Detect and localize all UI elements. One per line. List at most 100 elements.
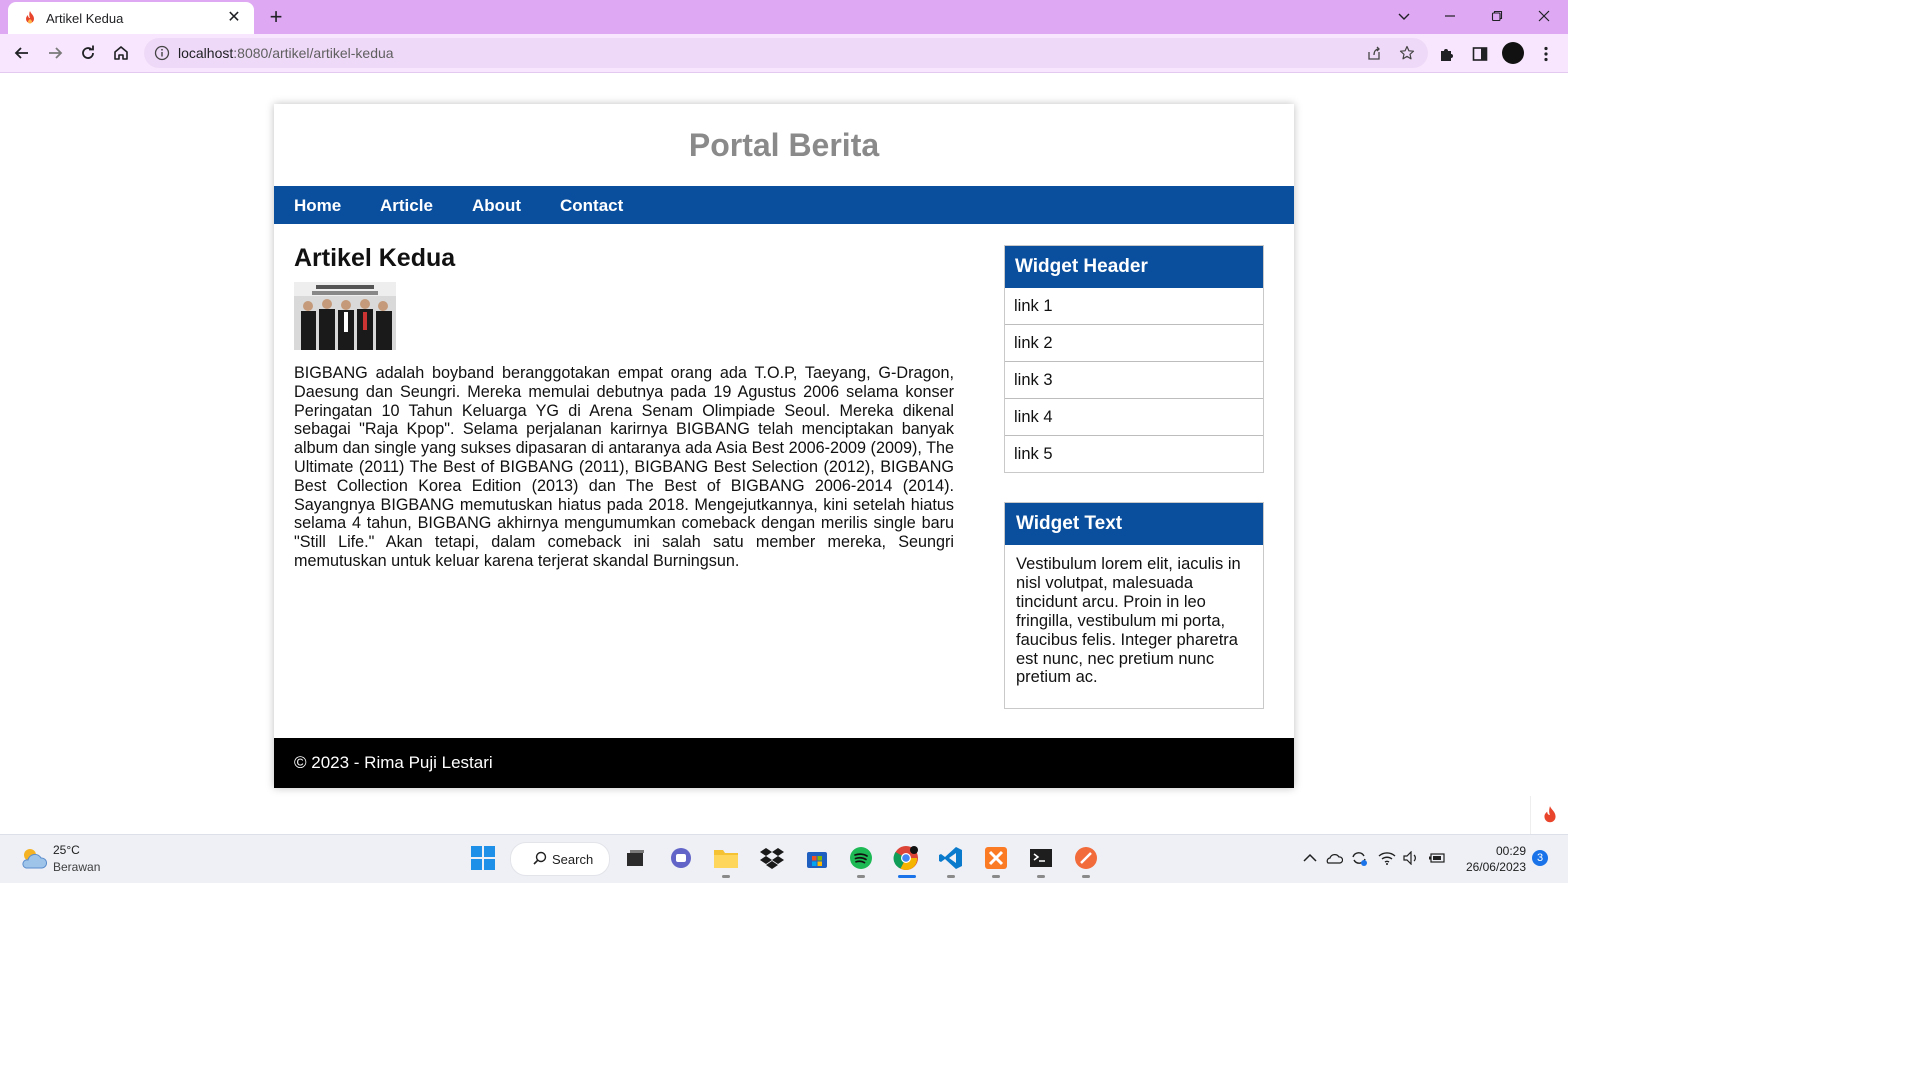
file-explorer-button[interactable] <box>713 845 739 871</box>
weather-description[interactable]: Berawan <box>53 860 100 874</box>
minimize-button[interactable] <box>1427 0 1473 32</box>
tab-title: Artikel Kedua <box>46 11 124 26</box>
notification-badge[interactable]: 3 <box>1532 850 1548 866</box>
dropbox-button[interactable] <box>759 845 785 871</box>
back-icon <box>14 47 28 59</box>
clock[interactable]: 00:29 26/06/2023 <box>1456 843 1526 875</box>
close-icon <box>1538 10 1550 22</box>
onedrive-tray[interactable] <box>1325 849 1343 867</box>
article-image <box>294 282 396 350</box>
browser-tab[interactable]: Artikel Kedua ✕ <box>8 2 254 34</box>
chevron-up-icon <box>1303 853 1317 862</box>
tab-search-button[interactable] <box>1381 0 1427 32</box>
start-button[interactable] <box>470 845 496 871</box>
spotify-button[interactable] <box>848 845 874 871</box>
terminal-button[interactable] <box>1028 845 1054 871</box>
nav-article[interactable]: Article <box>380 196 433 216</box>
restore-button[interactable] <box>1474 0 1520 32</box>
onedrive-icon <box>1326 854 1343 864</box>
weather-icon[interactable] <box>18 844 48 872</box>
site-header: Portal Berita <box>274 104 1294 186</box>
url-text: localhost:8080/artikel/artikel-kedua <box>178 45 394 61</box>
close-window-button[interactable] <box>1521 0 1567 32</box>
forward-button[interactable] <box>41 39 69 67</box>
search-icon <box>533 851 547 865</box>
page-container: Portal Berita Home Article About Contact… <box>274 104 1294 788</box>
nav-about[interactable]: About <box>472 196 521 216</box>
weather-temperature[interactable]: 25°C <box>53 843 80 857</box>
volume-tray[interactable] <box>1402 849 1420 867</box>
floating-extension-button[interactable] <box>1530 796 1569 834</box>
show-hidden-icons-button[interactable] <box>1301 849 1319 867</box>
microsoft-store-button[interactable] <box>804 845 830 871</box>
restore-icon <box>1491 10 1503 22</box>
fire-icon <box>1544 806 1556 823</box>
article-title: Artikel Kedua <box>294 244 456 272</box>
xampp-running-indicator <box>992 875 1000 878</box>
search-label: Search <box>552 852 594 867</box>
file-explorer-running-indicator <box>722 875 730 878</box>
terminal-icon <box>1030 849 1052 867</box>
links-widget: Widget Header link 1 link 2 link 3 link … <box>1004 245 1264 473</box>
chrome-active-indicator <box>898 875 916 878</box>
address-bar[interactable]: localhost:8080/artikel/artikel-kedua <box>144 38 1428 68</box>
widget-link-3[interactable]: link 3 <box>1005 361 1263 398</box>
home-button[interactable] <box>107 39 135 67</box>
minimize-icon <box>1445 15 1455 17</box>
sidepanel-icon <box>1472 47 1488 61</box>
widget-link-5[interactable]: link 5 <box>1005 435 1263 472</box>
teams-button[interactable] <box>668 845 694 871</box>
dropbox-icon <box>760 848 784 869</box>
wifi-tray[interactable] <box>1378 849 1396 867</box>
back-button[interactable] <box>8 39 36 67</box>
site-footer: © 2023 - Rima Puji Lestari <box>274 738 1294 788</box>
forward-icon <box>49 47 63 59</box>
star-icon[interactable] <box>1399 45 1415 61</box>
widget-link-2[interactable]: link 2 <box>1005 324 1263 361</box>
footer-copyright: © 2023 - Rima Puji Lestari <box>294 753 493 772</box>
reload-button[interactable] <box>74 39 102 67</box>
task-view-button[interactable] <box>622 845 648 871</box>
browser-menu-button[interactable] <box>1535 43 1557 65</box>
text-widget-header: Widget Text <box>1005 503 1263 545</box>
article: Artikel Kedua BIGBANG adalah boyband ber… <box>294 244 954 570</box>
app-running-indicator <box>1082 875 1090 878</box>
info-icon[interactable] <box>154 45 170 61</box>
home-icon <box>114 46 128 60</box>
app-button[interactable] <box>1073 845 1099 871</box>
taskbar-search[interactable]: Search <box>510 842 610 876</box>
share-icon[interactable] <box>1366 45 1382 61</box>
chrome-button[interactable] <box>893 845 919 871</box>
article-body: BIGBANG adalah boyband beranggotakan emp… <box>294 364 954 570</box>
spotify-running-indicator <box>857 875 865 878</box>
volume-icon <box>1403 851 1416 865</box>
battery-tray[interactable] <box>1428 849 1446 867</box>
kebab-menu-icon <box>1544 46 1548 62</box>
fire-favicon-icon <box>26 11 34 24</box>
teams-icon <box>671 848 691 868</box>
terminal-running-indicator <box>1037 875 1045 878</box>
widget-link-4[interactable]: link 4 <box>1005 398 1263 435</box>
new-tab-button[interactable]: + <box>264 5 288 29</box>
text-widget-body: Vestibulum lorem elit, iaculis in nisl v… <box>1016 555 1241 687</box>
vscode-button[interactable] <box>938 845 964 871</box>
vscode-icon <box>939 847 962 869</box>
url-path: :8080/artikel/artikel-kedua <box>233 45 394 61</box>
store-icon <box>807 852 827 868</box>
close-tab-icon[interactable]: ✕ <box>224 8 244 28</box>
side-panel-button[interactable] <box>1469 43 1491 65</box>
task-view-icon <box>627 850 644 866</box>
wifi-icon <box>1378 852 1396 865</box>
chevron-down-icon <box>1398 13 1410 20</box>
nav-home[interactable]: Home <box>294 196 341 216</box>
site-title: Portal Berita <box>688 126 880 163</box>
reload-icon <box>82 45 94 59</box>
extensions-button[interactable] <box>1436 43 1458 65</box>
sync-icon <box>1352 852 1367 866</box>
nav-contact[interactable]: Contact <box>560 196 623 216</box>
profile-avatar[interactable] <box>1502 42 1524 64</box>
sync-tray[interactable] <box>1350 849 1368 867</box>
xampp-button[interactable] <box>983 845 1009 871</box>
widget-link-1[interactable]: link 1 <box>1005 288 1263 324</box>
vscode-running-indicator <box>947 875 955 878</box>
